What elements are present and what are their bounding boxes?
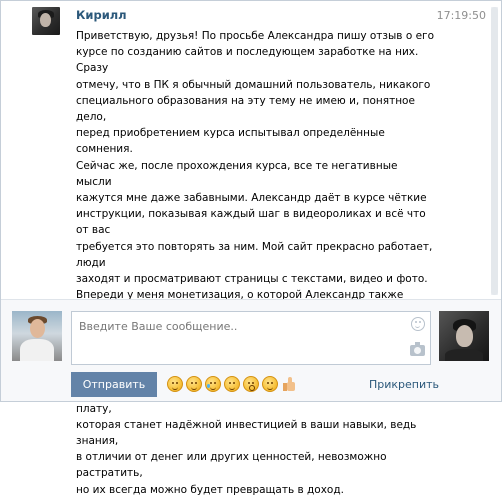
camera-icon[interactable] <box>410 342 425 356</box>
message-composer: Введите Ваше сообщение.. Отправить Прикр… <box>1 300 501 401</box>
chat-window: Кирилл 17:19:50 Приветствую, друзья! По … <box>0 0 502 496</box>
sender-name[interactable]: Кирилл <box>76 8 127 22</box>
message-timestamp: 17:19:50 <box>436 9 486 22</box>
winking-emoji-icon[interactable] <box>262 376 278 392</box>
laughing-emoji-icon[interactable] <box>186 376 202 392</box>
emoji-bar <box>167 376 297 394</box>
scrollbar[interactable] <box>491 7 498 295</box>
smile-icon[interactable] <box>411 317 425 331</box>
my-avatar[interactable] <box>12 311 62 361</box>
send-button[interactable]: Отправить <box>71 372 157 397</box>
scrollbar-thumb[interactable] <box>491 7 498 295</box>
tears-of-joy-emoji-icon[interactable] <box>205 376 221 392</box>
recipient-avatar[interactable] <box>439 311 489 361</box>
thumbs-up-emoji-icon[interactable] <box>281 376 297 392</box>
astonished-emoji-icon[interactable] <box>243 376 259 392</box>
sender-avatar[interactable] <box>32 7 60 35</box>
message-input[interactable]: Введите Ваше сообщение.. <box>71 311 431 365</box>
attach-link[interactable]: Прикрепить <box>369 378 439 391</box>
message-text: Приветствую, друзья! По просьбе Александ… <box>76 30 434 496</box>
message-item: Кирилл 17:19:50 Приветствую, друзья! По … <box>1 1 501 496</box>
message-input-placeholder: Введите Ваше сообщение.. <box>79 320 238 333</box>
smile-emoji-icon[interactable] <box>167 376 183 392</box>
weary-emoji-icon[interactable] <box>224 376 240 392</box>
